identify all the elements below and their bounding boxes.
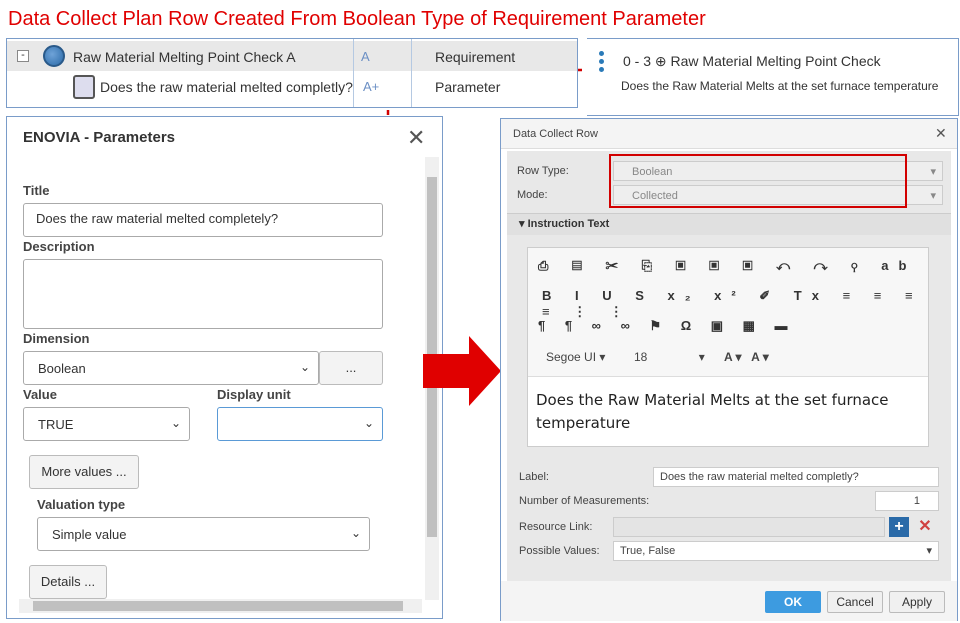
chevron-down-icon: ⌄ xyxy=(350,526,361,540)
editor-toolbar-row2[interactable]: B I U S x₂ x² ✐ Tx ≡ ≡ ≡ ≡ ⋮ ⋮ xyxy=(542,288,928,320)
font-name: Segoe UI xyxy=(546,350,597,364)
chevron-down-icon: ⌄ xyxy=(299,360,310,374)
editor-content[interactable]: Does the Raw Material Melts at the set f… xyxy=(528,376,928,446)
editor-toolbar-row3[interactable]: ¶ ¶ ∞ ∞ ⚑ Ω ▣ ▦ ▬ xyxy=(538,318,796,334)
rich-text-editor: ⎙ ▤ ✂ ⎘ ▣ ▣ ▣ ↶ ↷ ⚲ ab B I U S x₂ x² ✐ T… xyxy=(527,247,929,447)
dimension-select[interactable]: Boolean ⌄ xyxy=(23,351,319,385)
label-label: Label: xyxy=(519,471,549,483)
close-icon[interactable]: ✕ xyxy=(407,125,425,151)
mode-label: Mode: xyxy=(517,189,548,201)
parameter-icon xyxy=(73,75,95,99)
possible-values-label: Possible Values: xyxy=(519,545,600,557)
structure-tree: - Raw Material Melting Point Check A A R… xyxy=(6,38,578,108)
arrow-icon xyxy=(423,336,501,406)
column-divider xyxy=(411,39,412,107)
tree-row-parameter[interactable]: Does the raw material melted completly? … xyxy=(7,71,577,101)
row-type-label: Row Type: xyxy=(517,165,569,177)
tree-row-type: Requirement xyxy=(435,49,516,65)
tree-row-requirement[interactable]: - Raw Material Melting Point Check A A R… xyxy=(7,41,577,71)
type-icon: A xyxy=(361,49,370,64)
valuation-select[interactable]: Simple value ⌄ xyxy=(37,517,370,551)
close-icon[interactable]: ✕ xyxy=(935,125,947,142)
info-description: Does the Raw Material Melts at the set f… xyxy=(621,79,939,93)
resource-link-field[interactable] xyxy=(613,517,885,537)
collapse-icon[interactable]: - xyxy=(17,50,29,62)
possible-values-value: True, False xyxy=(620,545,676,557)
chevron-down-icon: ⌄ xyxy=(363,416,374,430)
highlight-box xyxy=(609,154,907,208)
add-icon[interactable]: + xyxy=(889,517,909,537)
text-color-icon[interactable]: A ▾ A ▾ xyxy=(724,350,769,364)
editor-toolbar-row1[interactable]: ⎙ ▤ ✂ ⎘ ▣ ▣ ▣ ↶ ↷ ⚲ ab xyxy=(538,258,916,274)
description-label: Description xyxy=(23,239,95,254)
info-card: 0 - 3 ⊕ Raw Material Melting Point Check… xyxy=(587,38,959,116)
remove-icon[interactable]: ✕ xyxy=(915,517,935,537)
possible-values-select[interactable]: True, False ▾ xyxy=(613,541,939,561)
ok-button[interactable]: OK xyxy=(765,591,821,613)
apply-button[interactable]: Apply xyxy=(889,591,945,613)
dialog-title: Data Collect Row xyxy=(513,128,598,140)
description-field[interactable] xyxy=(23,259,383,329)
title-field[interactable]: Does the raw material melted completely? xyxy=(23,203,383,237)
value-label: Value xyxy=(23,387,57,402)
data-collect-row-dialog: Data Collect Row ✕ Row Type: Boolean ▾ Mo… xyxy=(500,118,958,621)
more-icon[interactable] xyxy=(599,51,604,75)
dimension-label: Dimension xyxy=(23,331,90,346)
section-title: Instruction Text xyxy=(527,218,610,230)
column-divider xyxy=(353,39,354,107)
tree-row-type: Parameter xyxy=(435,79,501,95)
measurements-label: Number of Measurements: xyxy=(519,495,650,507)
resource-label: Resource Link: xyxy=(519,521,593,533)
more-values-button[interactable]: More values ... xyxy=(29,455,139,489)
type-icon: A+ xyxy=(363,79,380,94)
value-select[interactable]: TRUE ⌄ xyxy=(23,407,190,441)
parameters-dialog: ENOVIA - Parameters ✕ Title Does the raw… xyxy=(6,116,443,619)
display-unit-select[interactable]: ⌄ xyxy=(217,407,383,441)
display-unit-label: Display unit xyxy=(217,387,291,402)
valuation-value: Simple value xyxy=(52,527,127,542)
info-title: 0 - 3 ⊕ Raw Material Melting Point Check xyxy=(623,53,881,69)
chevron-down-icon: ⌄ xyxy=(170,416,181,430)
measurements-stepper[interactable]: 1 xyxy=(875,491,939,511)
label-field[interactable]: Does the raw material melted completly? xyxy=(653,467,939,487)
font-size-select[interactable]: 18 ▾ xyxy=(634,350,705,364)
dialog-title: ENOVIA - Parameters xyxy=(23,129,176,146)
font-name-select[interactable]: Segoe UI ▾ xyxy=(546,350,605,364)
dialog-body: Row Type: Boolean ▾ Mode: Collected ▾ ▾ In… xyxy=(507,151,951,581)
title-label: Title xyxy=(23,183,50,198)
valuation-label: Valuation type xyxy=(37,497,126,512)
horizontal-scrollbar[interactable] xyxy=(19,599,422,613)
cancel-button[interactable]: Cancel xyxy=(827,591,883,613)
globe-icon xyxy=(43,45,65,67)
details-button[interactable]: Details ... xyxy=(29,565,107,599)
section-header[interactable]: ▾ Instruction Text xyxy=(519,217,609,230)
tree-row-name: Does the raw material melted completly? xyxy=(100,79,353,95)
tree-row-name: Raw Material Melting Point Check A xyxy=(73,49,296,65)
dimension-value: Boolean xyxy=(38,361,86,376)
value-current: TRUE xyxy=(38,417,74,432)
font-size: 18 xyxy=(634,350,648,364)
dimension-browse-button[interactable]: ... xyxy=(319,351,383,385)
